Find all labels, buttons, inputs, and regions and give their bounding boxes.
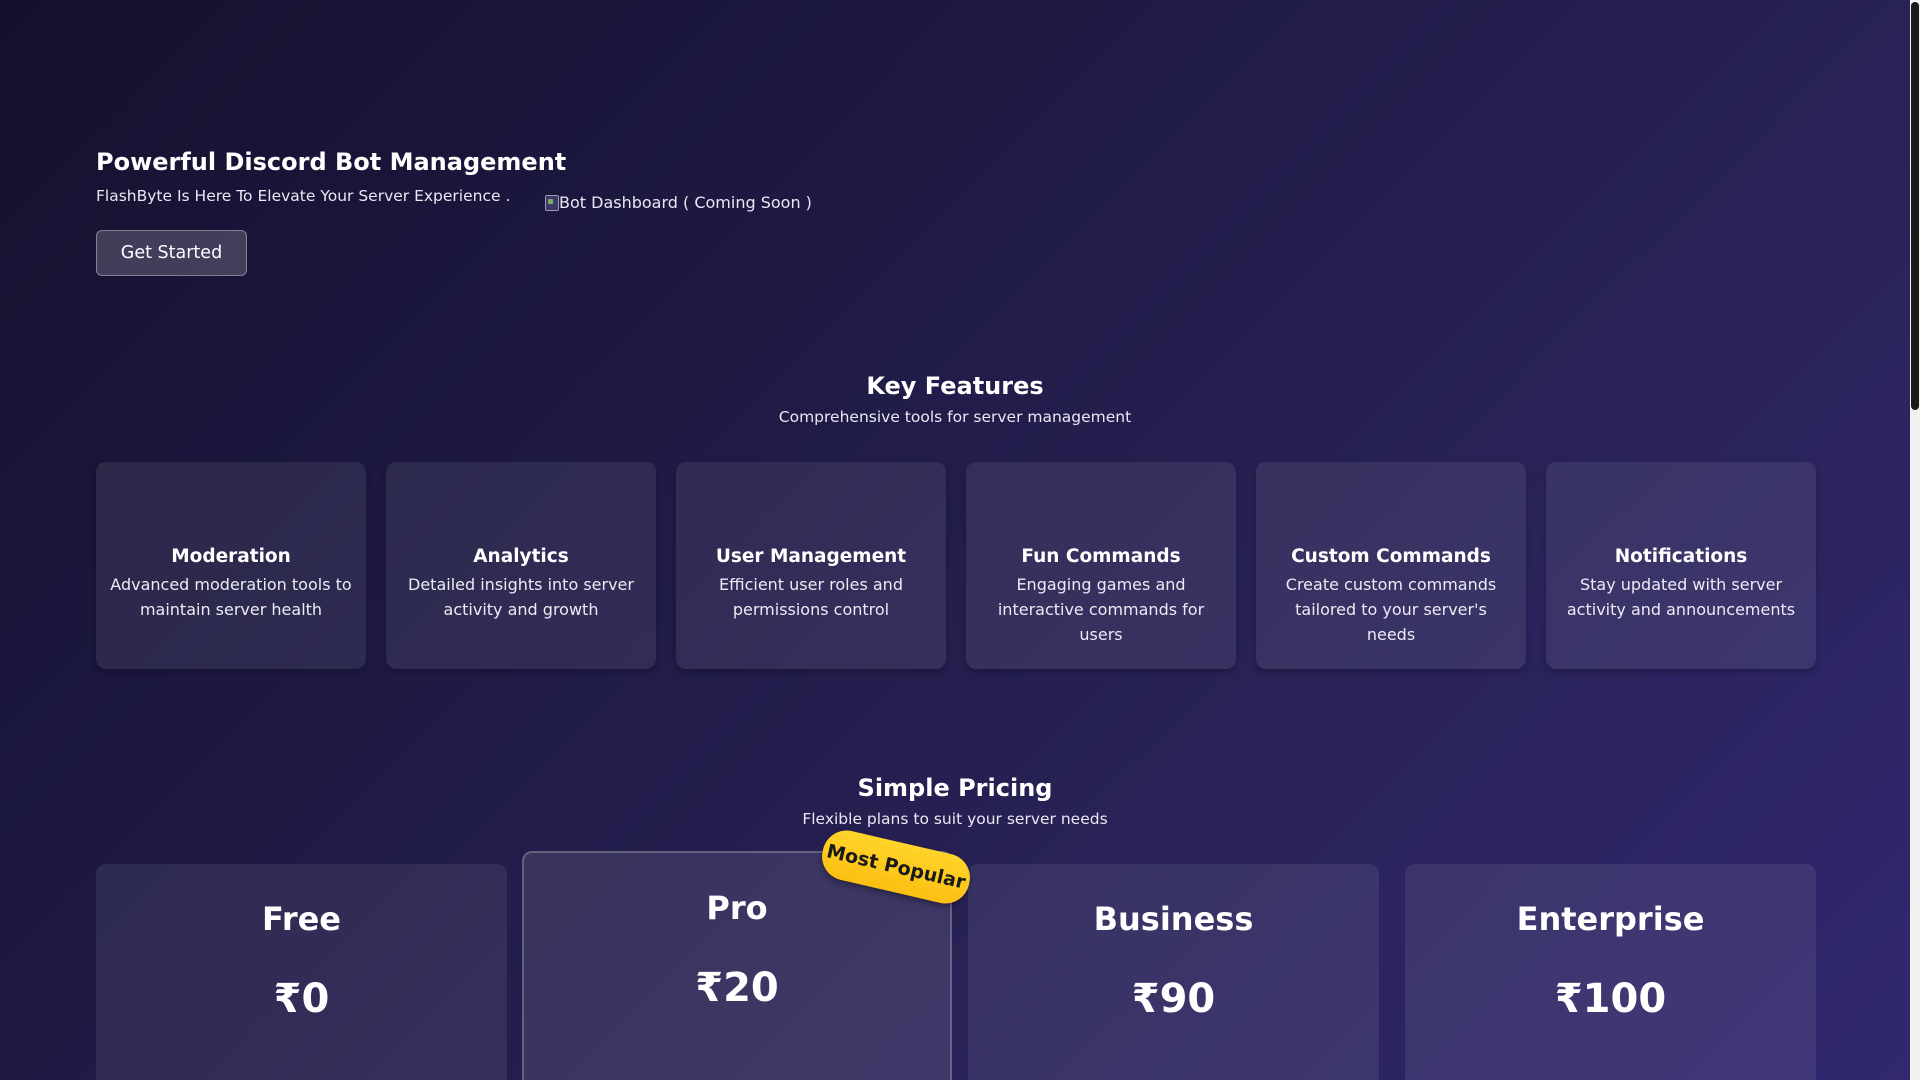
plan-price: ₹90 [1131, 976, 1216, 1022]
plan-card-business: Business ₹90 [968, 864, 1379, 1080]
bot-dashboard-image-alt: Bot Dashboard ( Coming Soon ) [559, 193, 812, 212]
feature-title: Custom Commands [1291, 546, 1491, 567]
plan-name: Business [1093, 900, 1254, 938]
page: Powerful Discord Bot Management FlashByt… [0, 0, 1910, 1080]
features-title: Key Features [866, 372, 1044, 400]
feature-card-analytics: Analytics Detailed insights into server … [386, 462, 656, 669]
plan-price: ₹20 [695, 965, 779, 1011]
pricing-subtitle: Flexible plans to suit your server needs [802, 810, 1108, 828]
feature-title: Notifications [1614, 546, 1748, 567]
feature-card-fun-commands: Fun Commands Engaging games and interact… [966, 462, 1236, 669]
feature-title: Moderation [171, 546, 291, 567]
feature-description: Detailed insights into server activity a… [408, 575, 634, 619]
feature-description: Efficient user roles and permissions con… [719, 575, 903, 619]
plan-name: Pro [706, 889, 768, 927]
hero-subtitle: FlashByte Is Here To Elevate Your Server… [96, 187, 511, 205]
feature-description: Create custom commands tailored to your … [1285, 575, 1497, 644]
plan-card-enterprise: Enterprise ₹100 [1405, 864, 1816, 1080]
plan-name: Free [262, 900, 341, 938]
feature-card-user-management: User Management Efficient user roles and… [676, 462, 946, 669]
feature-description: Stay updated with server activity and an… [1566, 575, 1796, 619]
plan-price: ₹100 [1554, 976, 1667, 1022]
scrollbar-thumb[interactable] [1911, 2, 1919, 410]
get-started-button[interactable]: Get Started [96, 230, 247, 276]
feature-title: Analytics [473, 546, 569, 567]
feature-card-custom-commands: Custom Commands Create custom commands t… [1256, 462, 1526, 669]
bot-dashboard-image: Bot Dashboard ( Coming Soon ) [545, 193, 812, 212]
features-grid: Moderation Advanced moderation tools to … [96, 462, 1816, 669]
feature-title: Fun Commands [1021, 546, 1181, 567]
pricing-title: Simple Pricing [857, 774, 1053, 802]
feature-description: Advanced moderation tools to maintain se… [110, 575, 352, 619]
feature-description: Engaging games and interactive commands … [997, 575, 1205, 644]
feature-title: User Management [715, 546, 907, 567]
hero-title: Powerful Discord Bot Management [96, 148, 567, 176]
page-scrollbar[interactable] [1910, 0, 1920, 1080]
plan-card-free: Free ₹0 [96, 864, 507, 1080]
broken-image-icon [545, 194, 559, 211]
features-subtitle: Comprehensive tools for server managemen… [778, 408, 1132, 426]
feature-card-moderation: Moderation Advanced moderation tools to … [96, 462, 366, 669]
plan-name: Enterprise [1516, 900, 1705, 938]
plan-price: ₹0 [273, 976, 330, 1022]
feature-card-notifications: Notifications Stay updated with server a… [1546, 462, 1816, 669]
